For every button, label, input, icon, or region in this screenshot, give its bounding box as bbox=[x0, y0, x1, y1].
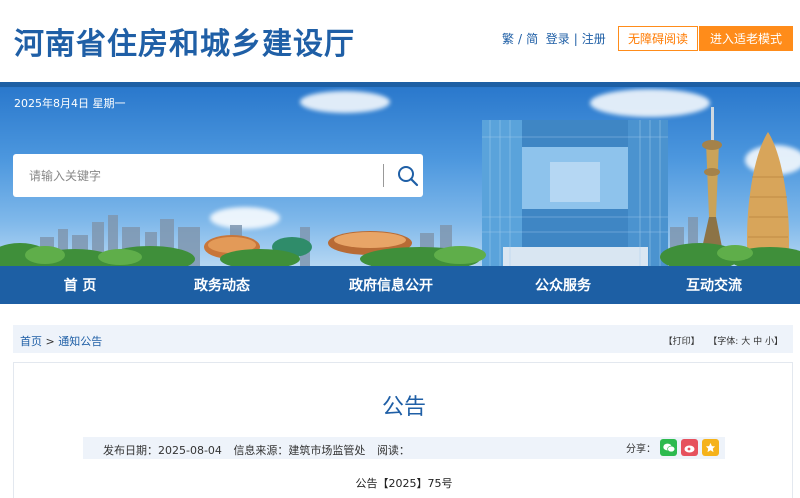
link-separator: / bbox=[518, 32, 523, 46]
share-bar: 分享： bbox=[626, 439, 719, 456]
document-number: 公告【2025】75号 bbox=[355, 477, 453, 490]
weibo-share-icon[interactable] bbox=[681, 439, 698, 456]
page: 河南省住房和城乡建设厅 繁 / 简 登录 | 注册 无障碍阅读 进入适老模式 2… bbox=[0, 0, 800, 498]
font-size-medium[interactable]: 中 bbox=[753, 337, 762, 347]
site-title[interactable]: 河南省住房和城乡建设厅 bbox=[14, 19, 355, 63]
nav-public-services[interactable]: 公众服务 bbox=[498, 266, 628, 304]
link-separator: | bbox=[573, 32, 578, 46]
nav-home[interactable]: 首 页 bbox=[0, 266, 160, 304]
simplified-chinese-link[interactable]: 简 bbox=[526, 32, 538, 46]
search-icon bbox=[398, 165, 419, 186]
search-divider bbox=[383, 164, 384, 187]
accessible-reading-button[interactable]: 无障碍阅读 bbox=[618, 26, 698, 51]
register-link[interactable]: 注册 bbox=[582, 32, 606, 46]
search-box bbox=[13, 154, 423, 197]
breadcrumb-path: 首页 > 通知公告 bbox=[20, 333, 102, 349]
nav-government-news[interactable]: 政务动态 bbox=[160, 266, 284, 304]
breadcrumb-home-link[interactable]: 首页 bbox=[20, 335, 42, 348]
current-date: 2025年8月4日 星期一 bbox=[14, 97, 126, 110]
article-title: 公告 bbox=[381, 395, 426, 420]
login-link[interactable]: 登录 bbox=[546, 32, 570, 46]
main-nav: 首 页 政务动态 政府信息公开 公众服务 互动交流 bbox=[0, 266, 800, 304]
site-header: 河南省住房和城乡建设厅 繁 / 简 登录 | 注册 无障碍阅读 进入适老模式 bbox=[0, 0, 800, 82]
elder-mode-button[interactable]: 进入适老模式 bbox=[699, 26, 793, 51]
nav-government-information[interactable]: 政府信息公开 bbox=[284, 266, 498, 304]
font-size-end: 】 bbox=[773, 337, 783, 347]
article-info: 发布日期：2025-08-04 信息来源：建筑市场监管处 阅读： bbox=[103, 442, 418, 458]
publish-date: 发布日期：2025-08-04 bbox=[103, 444, 222, 457]
breadcrumb-separator: > bbox=[45, 335, 55, 348]
article-meta: 发布日期：2025-08-04 信息来源：建筑市场监管处 阅读： 分享： bbox=[83, 437, 725, 459]
info-source: 信息来源：建筑市场监管处 bbox=[233, 444, 366, 457]
traditional-chinese-link[interactable]: 繁 bbox=[502, 32, 514, 46]
read-count: 阅读： bbox=[376, 444, 410, 457]
print-button[interactable]: 【打印】 bbox=[664, 337, 700, 347]
article: 公告 发布日期：2025-08-04 信息来源：建筑市场监管处 阅读： 分享： bbox=[13, 362, 793, 498]
font-size-small[interactable]: 小 bbox=[765, 337, 774, 347]
breadcrumb-current-link[interactable]: 通知公告 bbox=[58, 335, 102, 348]
font-size-label: 【字体: bbox=[708, 337, 739, 347]
nav-interaction[interactable]: 互动交流 bbox=[628, 266, 800, 304]
top-links: 繁 / 简 登录 | 注册 bbox=[502, 30, 606, 47]
font-size-large[interactable]: 大 bbox=[741, 337, 750, 347]
search-button[interactable] bbox=[391, 159, 425, 192]
breadcrumb: 首页 > 通知公告 【打印】 【字体: 大 中 小】 bbox=[13, 325, 793, 353]
page-tools: 【打印】 【字体: 大 中 小】 bbox=[664, 334, 783, 347]
banner: 2025年8月4日 星期一 bbox=[0, 87, 800, 266]
search-input[interactable] bbox=[13, 154, 375, 197]
favorite-star-icon[interactable] bbox=[702, 439, 719, 456]
wechat-share-icon[interactable] bbox=[660, 439, 677, 456]
share-label: 分享： bbox=[626, 444, 656, 455]
